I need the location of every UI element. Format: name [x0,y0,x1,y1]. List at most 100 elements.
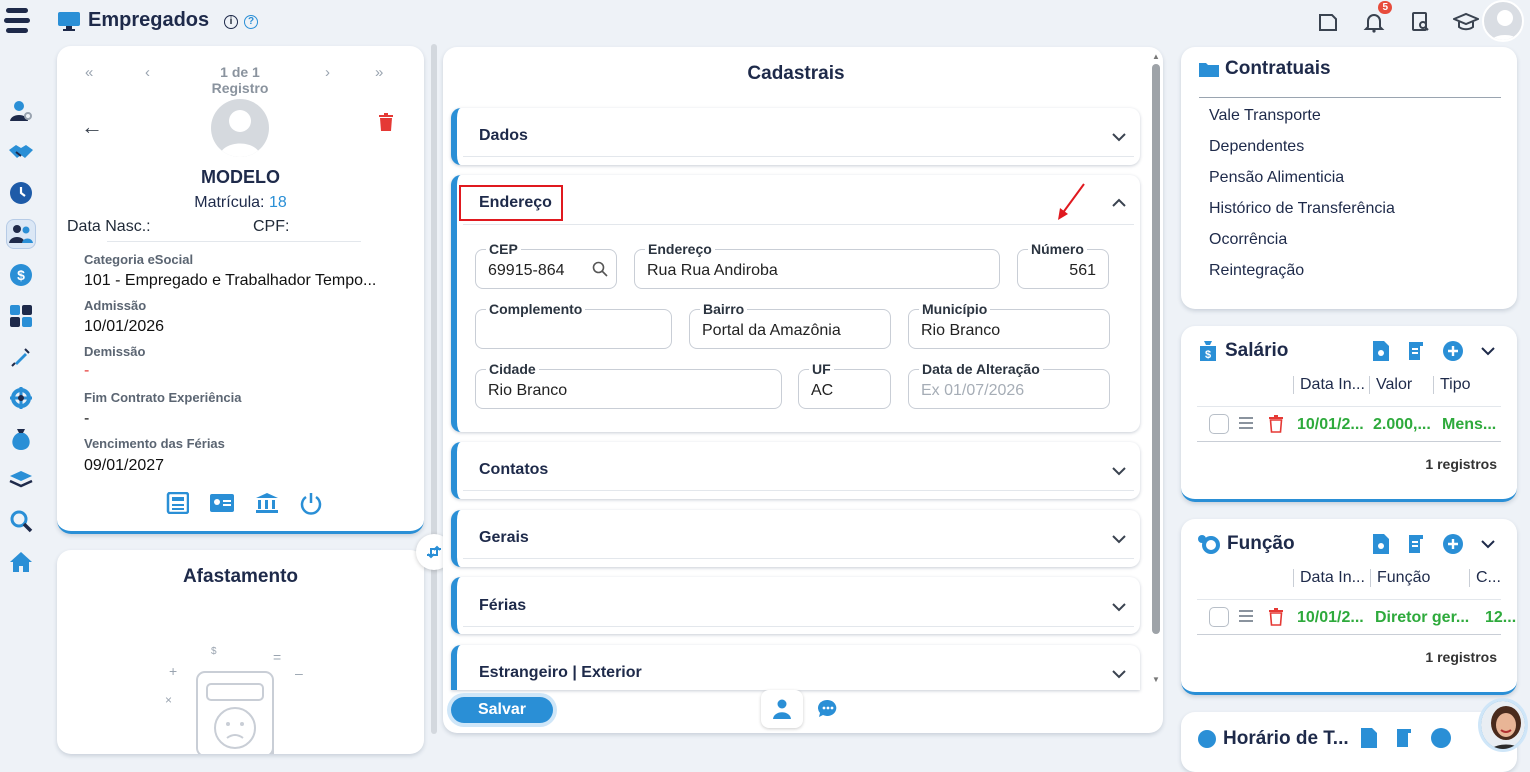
uf-field[interactable]: UF AC [798,361,891,409]
trash-icon[interactable] [1269,608,1283,626]
chevron-down-icon[interactable] [1112,667,1126,681]
user-avatar[interactable] [1482,0,1524,42]
save-button[interactable]: Salvar [451,697,553,723]
annotation-highlight-box [459,185,563,221]
column-header[interactable]: Data In... [1293,376,1369,394]
contratuais-item[interactable]: Dependentes [1209,138,1395,169]
next-record-button[interactable]: › [325,64,330,81]
chevron-down-icon[interactable] [1112,532,1126,546]
layers-icon[interactable] [6,465,36,495]
row-checkbox[interactable] [1209,607,1229,627]
assistant-avatar[interactable] [1478,698,1528,752]
graduation-cap-icon[interactable] [1452,8,1480,36]
add-icon[interactable] [1443,534,1463,554]
chevron-down-icon[interactable] [1112,464,1126,478]
chevron-down-icon[interactable] [1481,344,1495,358]
column-header[interactable]: Data In... [1293,569,1370,587]
dollar-icon[interactable]: $ [6,260,36,290]
previous-record-button[interactable]: ‹ [145,64,150,81]
vencimento-value: 09/01/2027 [84,457,165,474]
scroll-icon[interactable] [1395,728,1413,748]
left-scrollbar[interactable] [431,44,437,734]
contratuais-item[interactable]: Vale Transporte [1209,107,1395,138]
bank-icon[interactable] [255,492,279,521]
section-ferias[interactable]: Férias [451,577,1140,634]
power-icon[interactable] [299,492,323,521]
numero-field[interactable]: Número 561 [1017,241,1109,289]
endereco-field[interactable]: Endereço Rua Rua Andiroba [634,241,1000,289]
contratuais-item[interactable]: Reintegração [1209,262,1395,293]
menu-icon[interactable] [4,8,30,36]
section-gerais[interactable]: Gerais [451,510,1140,567]
employee-photo[interactable] [211,99,269,157]
data-alteracao-field[interactable]: Data de Alteração Ex 01/07/2026 [908,361,1110,409]
document-search-icon[interactable] [1406,8,1434,36]
settings-wheel-icon[interactable] [6,383,36,413]
id-card-icon[interactable] [209,492,235,521]
column-header[interactable]: Função [1370,569,1469,587]
cep-label: CEP [486,241,521,257]
scrollbar-thumb[interactable] [1152,64,1160,634]
column-header[interactable]: Valor [1369,376,1433,394]
cidade-field[interactable]: Cidade Rio Branco [475,361,782,409]
handshake-icon[interactable] [6,137,36,167]
section-estrangeiro[interactable]: Estrangeiro | Exterior [451,645,1140,690]
info-icon[interactable]: i [224,15,238,29]
tab-chat[interactable] [817,698,839,725]
first-record-button[interactable]: « [85,64,93,81]
drag-handle-icon[interactable] [1239,417,1253,429]
scroll-icon[interactable] [1407,534,1425,554]
municipio-field[interactable]: Município Rio Branco [908,301,1110,349]
section-contatos[interactable]: Contatos [451,442,1140,499]
contratuais-item[interactable]: Ocorrência [1209,231,1395,262]
home-icon[interactable] [6,547,36,577]
tab-person[interactable] [761,690,803,728]
contratuais-item[interactable]: Pensão Alimenticia [1209,169,1395,200]
newspaper-icon[interactable] [165,491,190,521]
scroll-up-arrow[interactable]: ▲ [1152,52,1160,61]
chevron-up-icon[interactable] [1112,196,1126,210]
back-arrow-icon[interactable]: ← [81,114,103,140]
syringe-icon[interactable] [6,342,36,372]
chevron-down-icon[interactable] [1112,600,1126,614]
cep-field[interactable]: CEP 69915-864 [475,241,617,289]
search-icon[interactable] [592,261,608,277]
bell-icon[interactable]: 5 [1360,1,1392,36]
table-cell: 12... [1485,609,1517,626]
table-row[interactable]: 10/01/2... Diretor ger... 12... [1197,599,1516,635]
section-dados[interactable]: Dados [451,108,1140,165]
calculator-icon[interactable] [6,301,36,331]
scroll-icon[interactable] [1407,341,1425,361]
clock-icon[interactable] [6,178,36,208]
add-icon[interactable] [1431,728,1451,748]
help-icon[interactable]: ? [244,15,258,29]
user-gear-icon[interactable] [6,96,36,126]
chevron-down-icon[interactable] [1481,537,1495,551]
trash-icon[interactable] [1269,415,1283,433]
document-search-icon[interactable] [1373,341,1389,361]
contratuais-item[interactable]: Histórico de Transferência [1209,200,1395,231]
demissao-value: - [84,362,90,379]
money-bag-icon: $ [1200,341,1216,361]
scroll-down-arrow[interactable]: ▼ [1152,675,1160,684]
row-checkbox[interactable] [1209,414,1229,434]
column-header[interactable]: C... [1469,569,1501,587]
users-icon[interactable] [6,219,36,249]
chevron-down-icon[interactable] [1112,130,1126,144]
money-bag-icon[interactable] [6,424,36,454]
drag-handle-icon[interactable] [1239,610,1253,622]
table-row[interactable]: 10/01/2... 2.000,... Mens... [1197,406,1501,442]
complemento-field[interactable]: Complemento [475,301,672,349]
numero-value: 561 [1069,262,1096,279]
search-icon[interactable] [6,506,36,536]
bairro-field[interactable]: Bairro Portal da Amazônia [689,301,891,349]
bottom-action-bar: Salvar [443,688,1163,732]
cadastrais-scrollbar[interactable]: ▲ ▼ [1151,52,1161,684]
document-search-icon[interactable] [1373,534,1389,554]
trash-icon[interactable] [379,113,393,136]
add-icon[interactable] [1443,341,1463,361]
column-header[interactable]: Tipo [1433,376,1483,394]
last-record-button[interactable]: » [375,64,383,81]
notes-icon[interactable] [1314,8,1342,36]
document-search-icon[interactable] [1361,728,1377,748]
